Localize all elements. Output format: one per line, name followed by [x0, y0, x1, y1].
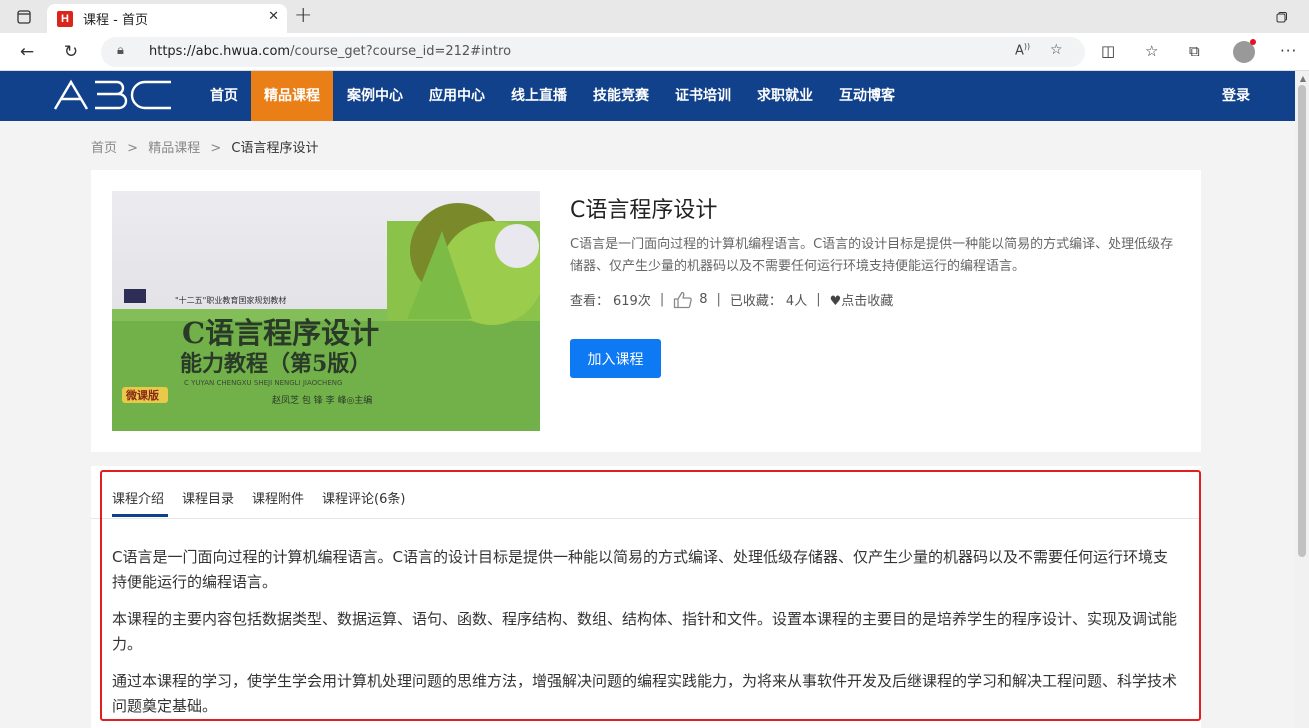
- breadcrumb-separator: >: [210, 141, 222, 156]
- url-text: https://abc.hwua.com/course_get?course_i…: [149, 44, 512, 59]
- tab-course-intro[interactable]: 课程介绍: [112, 488, 164, 507]
- nav-certificates[interactable]: 证书培训: [675, 71, 731, 121]
- detail-tabs: 课程介绍 课程目录 课程附件 课程评论(6条): [91, 466, 1201, 519]
- refresh-icon[interactable]: ↻: [60, 41, 82, 63]
- breadcrumb-current: C语言程序设计: [231, 141, 319, 156]
- join-course-button[interactable]: 加入课程: [570, 339, 661, 378]
- scrollbar-thumb[interactable]: [1298, 85, 1306, 557]
- breadcrumb-featured[interactable]: 精品课程: [148, 141, 200, 156]
- cover-title-line1: C语言程序设计: [182, 316, 379, 350]
- likes-count: 8: [699, 292, 708, 307]
- tab-course-reviews[interactable]: 课程评论(6条): [322, 488, 405, 507]
- read-aloud-icon[interactable]: A)): [1015, 42, 1030, 58]
- cover-authors: 赵凤芝 包 锋 李 峰◎主编: [272, 394, 372, 406]
- site-navbar: 首页 精品课程 案例中心 应用中心 线上直播 技能竞赛 证书培训 求职就业 互动…: [0, 71, 1295, 121]
- active-tab-indicator: [112, 514, 168, 517]
- favorites-icon[interactable]: ☆: [1145, 42, 1158, 60]
- new-tab-icon[interactable]: +: [294, 3, 312, 28]
- more-icon[interactable]: ···: [1280, 42, 1297, 60]
- nav-blog[interactable]: 互动博客: [839, 71, 895, 121]
- like-icon[interactable]: [673, 291, 693, 309]
- window-restore-icon[interactable]: [1270, 6, 1292, 28]
- course-card: "十二五"职业教育国家规划教材 C语言程序设计 能力教程（第5版） C YUYA…: [91, 170, 1201, 452]
- breadcrumb-home[interactable]: 首页: [91, 141, 117, 156]
- nav-case-center[interactable]: 案例中心: [347, 71, 403, 121]
- tab-title: 课程 - 首页: [83, 13, 148, 28]
- favorites-label: 已收藏：: [729, 294, 782, 309]
- cover-pinyin: C YUYAN CHENGXU SHEJI NENGLI JIAOCHENG: [184, 379, 342, 387]
- nav-home[interactable]: 首页: [196, 71, 252, 121]
- browser-address-bar: ← ↻ 🔒︎ https://abc.hwua.com/course_get?c…: [0, 33, 1309, 71]
- cover-series-label: "十二五"职业教育国家规划教材: [175, 295, 286, 305]
- url-field[interactable]: 🔒︎ https://abc.hwua.com/course_get?cours…: [101, 37, 1085, 67]
- views-count: 619次: [613, 294, 651, 309]
- split-screen-icon[interactable]: ◫: [1101, 42, 1115, 60]
- favorite-action-label: 点击收藏: [841, 294, 894, 309]
- nav-jobs[interactable]: 求职就业: [757, 71, 813, 121]
- intro-paragraph: 通过本课程的学习，使学生学会用计算机处理问题的思维方法，增强解决问题的编程实践能…: [112, 672, 1178, 715]
- site-logo[interactable]: [53, 79, 173, 115]
- favorites-count: 4人: [785, 294, 808, 309]
- add-favorite-icon[interactable]: ☆: [1050, 42, 1063, 58]
- breadcrumb-separator: >: [127, 141, 139, 156]
- views-label: 查看：: [570, 294, 610, 309]
- site-favicon-icon: H: [57, 10, 73, 27]
- tab-course-attachments[interactable]: 课程附件: [252, 488, 304, 507]
- nav-live[interactable]: 线上直播: [511, 71, 567, 121]
- breadcrumb: 首页 > 精品课程 > C语言程序设计: [91, 137, 318, 156]
- tab-actions-icon[interactable]: [13, 6, 35, 28]
- browser-tab[interactable]: H 课程 - 首页 ✕: [47, 4, 287, 33]
- browser-tab-bar: H 课程 - 首页 ✕ +: [0, 0, 1309, 33]
- tab-course-catalog[interactable]: 课程目录: [182, 488, 234, 507]
- collections-icon[interactable]: ⧉: [1189, 42, 1200, 60]
- intro-paragraph: 本课程的主要内容包括数据类型、数据运算、语句、函数、程序结构、数组、结构体、指针…: [112, 610, 1178, 653]
- stats-divider: |: [659, 292, 665, 307]
- nav-featured-courses[interactable]: 精品课程: [251, 71, 333, 121]
- stats-divider: |: [816, 292, 821, 307]
- cover-edition-badge: 微课版: [125, 388, 159, 402]
- close-tab-icon[interactable]: ✕: [268, 9, 279, 24]
- scroll-up-icon[interactable]: ▲: [1300, 74, 1306, 83]
- course-stats: 查看： 619次 | 8 | 已收藏： 4人 | ♥点击收藏: [570, 290, 893, 309]
- course-title: C语言程序设计: [570, 198, 718, 223]
- lock-icon: 🔒︎: [117, 43, 124, 58]
- favorite-action[interactable]: ♥点击收藏: [830, 290, 894, 309]
- stats-divider: |: [716, 292, 721, 307]
- heart-icon: ♥: [829, 294, 842, 309]
- course-cover-image: "十二五"职业教育国家规划教材 C语言程序设计 能力教程（第5版） C YUYA…: [112, 191, 540, 431]
- cover-title-line2: 能力教程（第5版）: [180, 351, 371, 377]
- course-detail-panel: 课程介绍 课程目录 课程附件 课程评论(6条) C语言是一门面向过程的计算机编程…: [91, 466, 1201, 728]
- nav-competitions[interactable]: 技能竞赛: [593, 71, 649, 121]
- back-icon[interactable]: ←: [16, 41, 38, 63]
- notification-dot: [1250, 39, 1256, 45]
- course-description: C语言是一门面向过程的计算机编程语言。C语言的设计目标是提供一种能以简易的方式编…: [570, 237, 1174, 274]
- login-link[interactable]: 登录: [1222, 71, 1250, 121]
- intro-paragraph: C语言是一门面向过程的计算机编程语言。C语言的设计目标是提供一种能以简易的方式编…: [112, 548, 1168, 591]
- nav-app-center[interactable]: 应用中心: [429, 71, 485, 121]
